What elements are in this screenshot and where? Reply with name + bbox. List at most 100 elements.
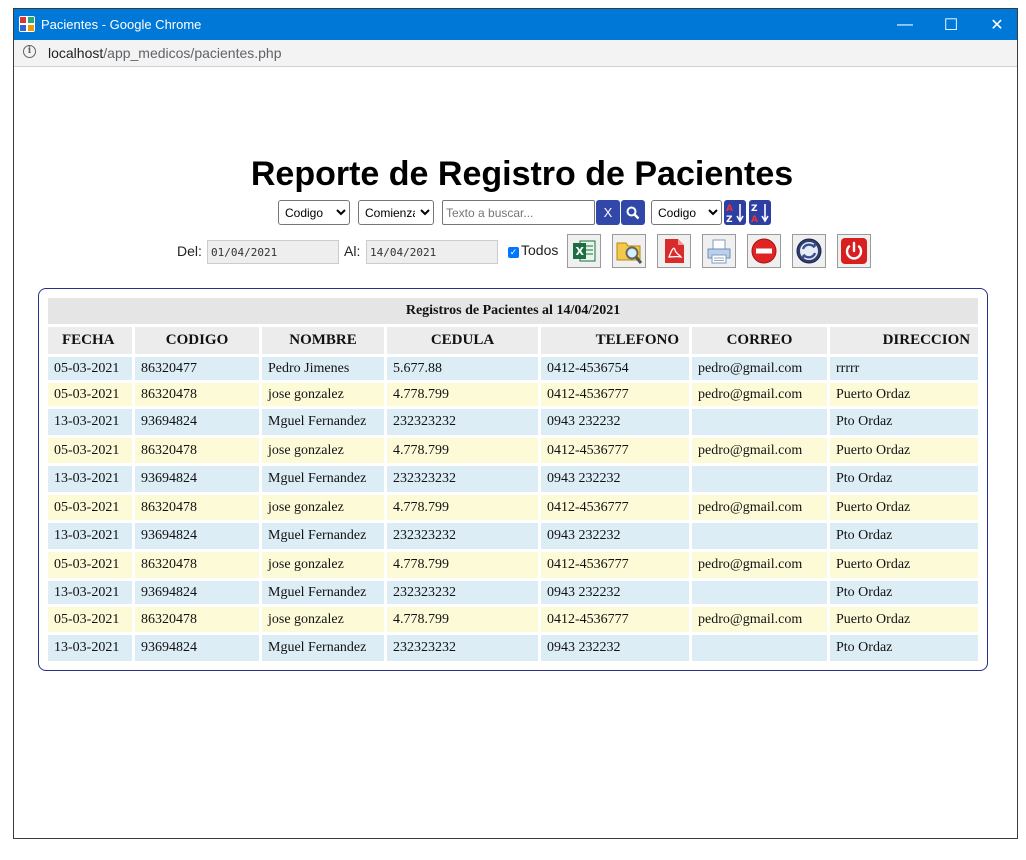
- table-caption-row: Registros de Pacientes al 14/04/2021: [48, 298, 979, 324]
- cancel-button[interactable]: [747, 234, 781, 268]
- table-row[interactable]: 13-03-2021 93694824 Mguel Fernandez 2323232…: [48, 523, 979, 549]
- minimize-button[interactable]: —: [882, 9, 928, 40]
- cell-nombre: Mguel Fernandez: [262, 409, 384, 435]
- cell-correo: pedro@gmail.com: [692, 438, 827, 463]
- cell-nombre: Mguel Fernandez: [262, 466, 384, 492]
- excel-icon: X: [573, 240, 596, 262]
- page-title: Reporte de Registro de Pacientes: [250, 155, 794, 193]
- from-label: Del:: [177, 243, 202, 259]
- cell-telefono: 0943 232232: [541, 466, 689, 492]
- search-button[interactable]: [621, 200, 645, 225]
- export-pdf-button[interactable]: [657, 234, 691, 268]
- cell-correo: [692, 466, 827, 492]
- cell-telefono: 0943 232232: [541, 635, 689, 661]
- field-select[interactable]: Codigo: [278, 200, 350, 225]
- table-row[interactable]: 13-03-2021 93694824 Mguel Fernandez 2323232…: [48, 635, 979, 661]
- url-text[interactable]: localhost/app_medicos/pacientes.php: [48, 45, 282, 61]
- cell-codigo: 93694824: [135, 466, 259, 492]
- table-row[interactable]: 05-03-2021 86320478 jose gonzalez 4.778.799…: [48, 607, 979, 632]
- cell-direccion: Puerto Ordaz: [830, 383, 979, 406]
- table-row[interactable]: 05-03-2021 86320478 jose gonzalez 4.778.799…: [48, 495, 979, 520]
- cell-cedula: 232323232: [387, 581, 538, 604]
- header-cedula[interactable]: CEDULA: [387, 327, 538, 354]
- cell-nombre: jose gonzalez: [262, 383, 384, 406]
- header-fecha[interactable]: FECHA: [48, 327, 132, 354]
- cell-nombre: Mguel Fernandez: [262, 581, 384, 604]
- cell-direccion: Puerto Ordaz: [830, 438, 979, 463]
- table-caption: Registros de Pacientes al 14/04/2021: [48, 298, 979, 324]
- table-row[interactable]: 05-03-2021 86320478 jose gonzalez 4.778.799…: [48, 438, 979, 463]
- header-codigo[interactable]: CODIGO: [135, 327, 259, 354]
- clear-search-button[interactable]: X: [596, 200, 620, 225]
- print-icon: [707, 239, 731, 264]
- header-direccion[interactable]: DIRECCION: [830, 327, 979, 354]
- table-row[interactable]: 13-03-2021 93694824 Mguel Fernandez 2323232…: [48, 581, 979, 604]
- refresh-icon: [796, 238, 822, 264]
- cell-fecha: 05-03-2021: [48, 552, 132, 578]
- address-bar[interactable]: i localhost/app_medicos/pacientes.php: [14, 40, 1017, 67]
- cell-nombre: Mguel Fernandez: [262, 523, 384, 549]
- table-row[interactable]: 13-03-2021 93694824 Mguel Fernandez 2323232…: [48, 466, 979, 492]
- cell-cedula: 4.778.799: [387, 383, 538, 406]
- cell-codigo: 86320477: [135, 357, 259, 380]
- cell-direccion: Pto Ordaz: [830, 409, 979, 435]
- to-date-input[interactable]: [366, 240, 498, 264]
- cell-codigo: 93694824: [135, 523, 259, 549]
- cell-correo: pedro@gmail.com: [692, 607, 827, 632]
- header-correo[interactable]: CORREO: [692, 327, 827, 354]
- cell-fecha: 05-03-2021: [48, 495, 132, 520]
- cell-telefono: 0943 232232: [541, 523, 689, 549]
- cell-direccion: Pto Ordaz: [830, 581, 979, 604]
- mode-select[interactable]: Comienza: [358, 200, 434, 225]
- cell-nombre: Pedro Jimenes: [262, 357, 384, 380]
- maximize-button[interactable]: ☐: [928, 9, 974, 40]
- table-row[interactable]: 05-03-2021 86320478 jose gonzalez 4.778.799…: [48, 552, 979, 578]
- search-input[interactable]: [442, 200, 595, 225]
- app-icon: [19, 16, 35, 32]
- table-row[interactable]: 05-03-2021 86320478 jose gonzalez 4.778.799…: [48, 383, 979, 406]
- cell-codigo: 86320478: [135, 383, 259, 406]
- cell-correo: pedro@gmail.com: [692, 495, 827, 520]
- cell-cedula: 232323232: [387, 523, 538, 549]
- cell-fecha: 13-03-2021: [48, 466, 132, 492]
- table-row[interactable]: 13-03-2021 93694824 Mguel Fernandez 2323232…: [48, 409, 979, 435]
- close-button[interactable]: ✕: [974, 9, 1017, 40]
- cell-correo: [692, 409, 827, 435]
- refresh-button[interactable]: [792, 234, 826, 268]
- cell-cedula: 4.778.799: [387, 552, 538, 578]
- cell-telefono: 0412-4536777: [541, 495, 689, 520]
- cell-nombre: jose gonzalez: [262, 495, 384, 520]
- cell-codigo: 93694824: [135, 409, 259, 435]
- table-row[interactable]: 05-03-2021 86320477 Pedro Jimenes 5.677.88 0…: [48, 357, 979, 380]
- search-icon: [626, 206, 640, 219]
- all-checkbox[interactable]: ✓: [508, 247, 519, 258]
- cell-nombre: jose gonzalez: [262, 438, 384, 463]
- cell-telefono: 0412-4536777: [541, 438, 689, 463]
- svg-text:Z: Z: [751, 204, 758, 214]
- cell-cedula: 4.778.799: [387, 438, 538, 463]
- cell-nombre: jose gonzalez: [262, 552, 384, 578]
- cell-telefono: 0412-4536754: [541, 357, 689, 380]
- cell-codigo: 93694824: [135, 635, 259, 661]
- sort-descending-icon[interactable]: Z A: [749, 200, 771, 225]
- cell-nombre: jose gonzalez: [262, 607, 384, 632]
- cell-fecha: 05-03-2021: [48, 357, 132, 380]
- url-path: /app_medicos/pacientes.php: [103, 45, 282, 61]
- exit-button[interactable]: [837, 234, 871, 268]
- export-excel-button[interactable]: X: [567, 234, 601, 268]
- info-icon[interactable]: i: [23, 45, 36, 58]
- stop-icon: [751, 238, 777, 264]
- cell-fecha: 13-03-2021: [48, 635, 132, 661]
- header-telefono[interactable]: TELEFONO: [541, 327, 689, 354]
- header-nombre[interactable]: NOMBRE: [262, 327, 384, 354]
- preview-button[interactable]: [612, 234, 646, 268]
- sort-ascending-icon[interactable]: A Z: [724, 200, 746, 225]
- cell-correo: pedro@gmail.com: [692, 357, 827, 380]
- from-date-input[interactable]: [207, 240, 339, 264]
- print-button[interactable]: [702, 234, 736, 268]
- cell-fecha: 05-03-2021: [48, 438, 132, 463]
- sort-select[interactable]: Codigo: [651, 200, 722, 225]
- svg-text:A: A: [751, 215, 758, 225]
- cell-correo: [692, 523, 827, 549]
- cell-cedula: 5.677.88: [387, 357, 538, 380]
